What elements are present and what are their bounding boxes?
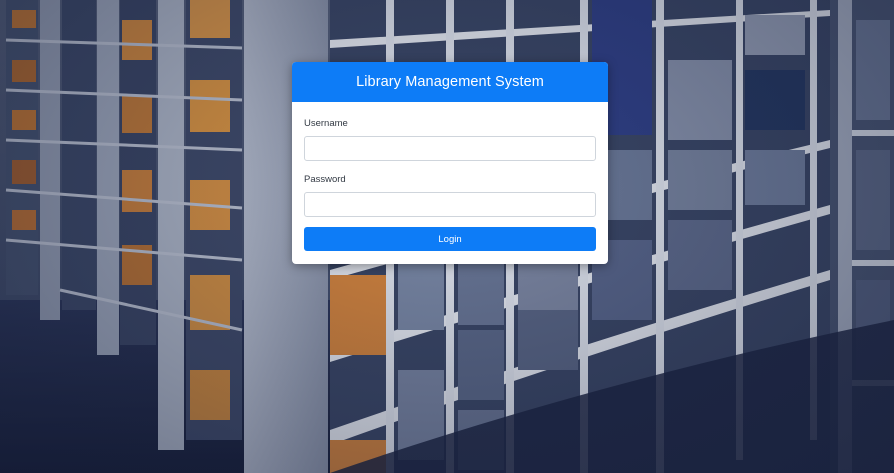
username-input[interactable] <box>304 136 596 161</box>
login-page: Library Management System Username Passw… <box>0 0 894 473</box>
username-label: Username <box>304 118 348 129</box>
app-title: Library Management System <box>356 74 544 90</box>
login-button[interactable]: Login <box>304 227 596 251</box>
username-group: Username <box>304 118 596 161</box>
password-input[interactable] <box>304 192 596 217</box>
login-card: Library Management System Username Passw… <box>292 62 608 264</box>
login-card-header: Library Management System <box>292 62 608 102</box>
login-form: Username Password Login <box>292 102 608 251</box>
password-label: Password <box>304 174 346 185</box>
password-group: Password <box>304 174 596 217</box>
